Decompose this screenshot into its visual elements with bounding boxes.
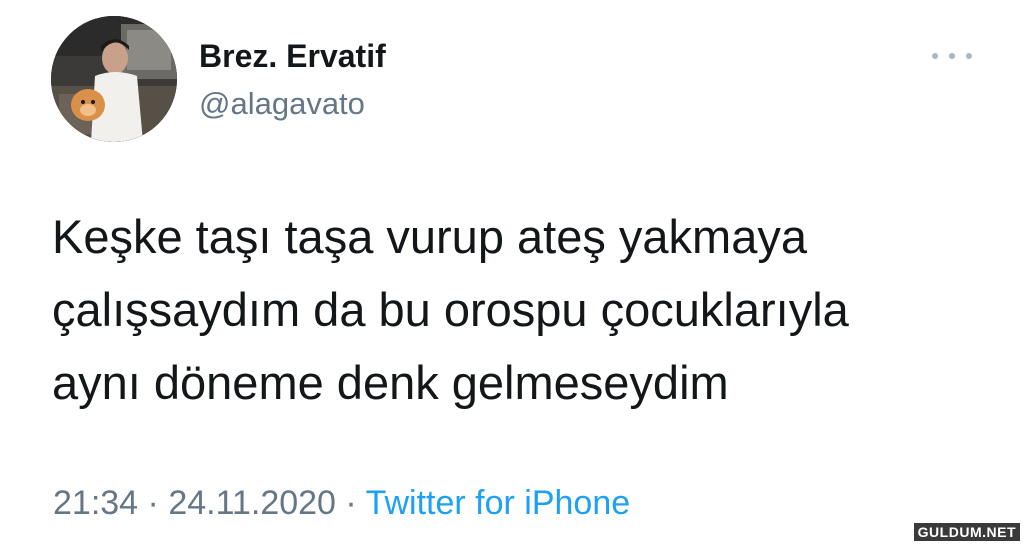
tweet-text-line: aynı döneme denk gelmeseydim	[52, 356, 729, 409]
author-handle[interactable]: @alagavato	[199, 86, 365, 122]
tweet-text-line: Keşke taşı taşa vurup ateş yakmaya	[52, 210, 807, 263]
author-display-name[interactable]: Brez. Ervatif	[199, 38, 386, 75]
tweet-meta: 21:34 · 24.11.2020 · Twitter for iPhone	[53, 484, 630, 523]
more-options-icon[interactable]	[932, 46, 972, 66]
more-dot	[966, 53, 972, 59]
meta-separator: ·	[138, 484, 169, 522]
more-dot	[949, 53, 955, 59]
watermark: GULDUM.NET	[913, 523, 1020, 541]
more-dot	[932, 53, 938, 59]
tweet-text: Keşke taşı taşa vurup ateş yakmaya çalış…	[52, 200, 952, 419]
meta-separator: ·	[335, 484, 366, 522]
tweet-date[interactable]: 24.11.2020	[168, 484, 336, 522]
tweet-time[interactable]: 21:34	[53, 484, 138, 522]
tweet-text-line: çalışsaydım da bu orospu çocuklarıyla	[52, 283, 849, 336]
tweet-source-link[interactable]: Twitter for iPhone	[366, 484, 631, 522]
avatar[interactable]	[51, 16, 177, 142]
